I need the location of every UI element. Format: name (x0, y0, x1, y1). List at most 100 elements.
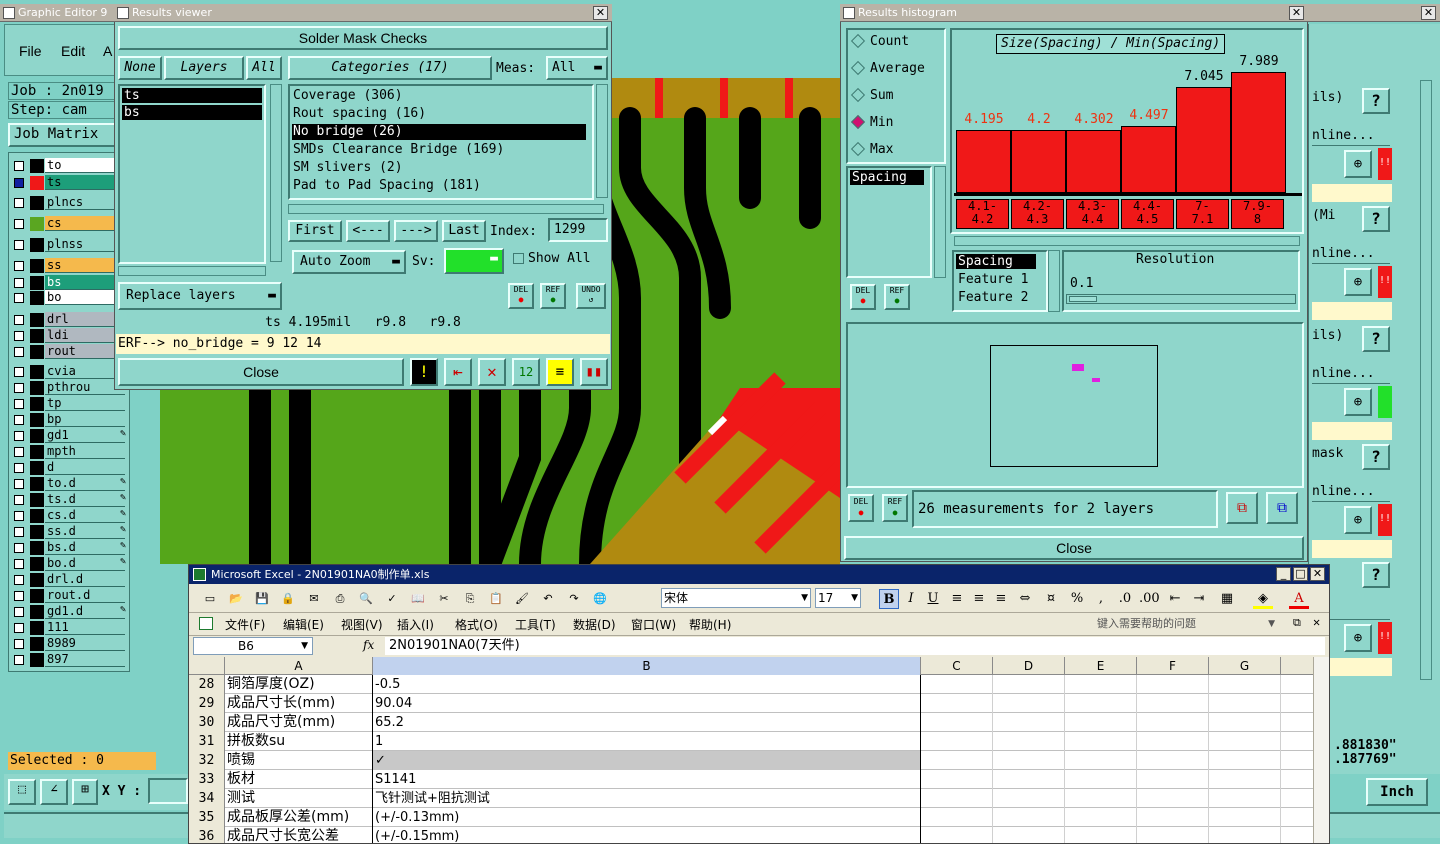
empty-cell[interactable] (1209, 732, 1281, 751)
unit-button[interactable]: Inch (1366, 778, 1428, 806)
empty-cell[interactable] (993, 713, 1065, 732)
empty-cell[interactable] (1065, 675, 1137, 694)
category-item[interactable]: Pad to Pad Spacing (181) (292, 178, 586, 194)
save-icon[interactable]: 💾 (253, 590, 271, 608)
alert-icon[interactable]: !! (1378, 504, 1392, 536)
empty-cell[interactable] (1137, 751, 1209, 770)
layer-checkbox[interactable] (14, 293, 24, 303)
empty-cell[interactable] (1065, 770, 1137, 789)
excel-menu-item[interactable]: 工具(T) (515, 616, 556, 633)
column-header[interactable]: C (921, 657, 993, 675)
last-button[interactable]: Last (442, 220, 486, 242)
layer-color-swatch[interactable] (30, 276, 44, 290)
function-icon[interactable]: fx (363, 638, 374, 652)
layer-checkbox[interactable] (14, 415, 24, 425)
column-header[interactable]: A (225, 657, 373, 675)
row-number[interactable]: 35 (189, 808, 225, 827)
font-size-select[interactable]: 17 ▼ (815, 588, 861, 608)
help-icon[interactable]: ? (1362, 562, 1390, 588)
layer-row-to-d[interactable]: to.d ✎ (10, 476, 128, 492)
row-number[interactable]: 31 (189, 732, 225, 751)
layer-row-8989[interactable]: 8989 (10, 636, 128, 652)
cell-b[interactable]: ✓ (373, 751, 921, 770)
all-button[interactable]: All (246, 56, 282, 80)
cell-a[interactable]: 板材 (225, 770, 373, 789)
layer-color-swatch[interactable] (30, 653, 44, 667)
del-icon[interactable]: DEL ● (850, 284, 876, 310)
alert-icon[interactable]: !! (1378, 266, 1392, 298)
help-icon[interactable]: ? (1362, 206, 1390, 232)
cell-a[interactable]: 铜箔厚度(OZ) (225, 675, 373, 694)
histogram-bar[interactable] (1231, 72, 1286, 193)
category-item[interactable]: No bridge (26) (292, 124, 586, 140)
research-icon[interactable]: 📖 (409, 590, 427, 608)
layer-checkbox[interactable] (14, 331, 24, 341)
zoom-fit-icon[interactable]: ⬚ (8, 779, 36, 805)
layer-color-swatch[interactable] (30, 397, 44, 411)
histogram-icon[interactable]: ▮▮ (580, 358, 608, 386)
empty-cell[interactable] (921, 694, 993, 713)
layer-checkbox[interactable] (14, 178, 24, 188)
side-link[interactable]: nline... (1312, 244, 1390, 264)
excel-menu-item[interactable]: 数据(D) (573, 616, 616, 633)
layer-checkbox[interactable] (14, 543, 24, 553)
excel-menu-item[interactable]: 帮助(H) (689, 616, 731, 633)
empty-cell[interactable] (1137, 827, 1209, 843)
empty-cell[interactable] (921, 808, 993, 827)
grid-icon[interactable]: ⊞ (72, 779, 98, 805)
cell-b[interactable]: 65.2 (373, 713, 921, 732)
feature-item-2[interactable]: Feature 2 (956, 290, 1040, 305)
histogram-bar[interactable] (1011, 130, 1066, 193)
empty-cell[interactable] (1137, 789, 1209, 808)
feature-item-1[interactable]: Feature 1 (956, 272, 1040, 287)
close-icon[interactable]: ✕ (1313, 615, 1320, 629)
cell-b[interactable]: (+/-0.15mm) (373, 827, 921, 843)
help-search-input[interactable]: 键入需要帮助的问题 ▼ (1097, 615, 1277, 633)
side-link[interactable]: nline... (1312, 482, 1390, 502)
empty-cell[interactable] (1209, 713, 1281, 732)
bold-icon[interactable]: B (879, 589, 899, 609)
alert-icon[interactable]: !! (1378, 622, 1392, 654)
empty-cell[interactable] (993, 808, 1065, 827)
layer-row-drl[interactable]: drl (10, 312, 128, 328)
measure-icon[interactable]: ∠ (40, 779, 68, 805)
excel-menu-item[interactable]: 文件(F) (225, 616, 265, 633)
empty-cell[interactable] (1065, 827, 1137, 843)
redo-icon[interactable]: ↷ (565, 590, 583, 608)
cell-a[interactable]: 成品尺寸长宽公差 (225, 827, 373, 843)
empty-cell[interactable] (1209, 770, 1281, 789)
empty-cell[interactable] (1065, 713, 1137, 732)
align-left-icon[interactable]: ≡ (947, 589, 967, 609)
layer-color-swatch[interactable] (30, 525, 44, 539)
menu-edit[interactable]: Edit (61, 43, 85, 59)
sheet-grid[interactable]: 28 铜箔厚度(OZ) -0.5 29 成品尺寸长(mm) 90.04 30 成品尺寸宽(mm… (189, 675, 1313, 843)
layer-color-swatch[interactable] (30, 291, 44, 305)
empty-cell[interactable] (1065, 789, 1137, 808)
excel-titlebar[interactable]: Microsoft Excel - 2N01901NA0制作单.xls _ □ … (189, 565, 1329, 584)
layer-row-897[interactable]: 897 (10, 652, 128, 668)
cell-b[interactable]: 飞针测试+阻抗测试 (373, 789, 921, 808)
del-icon[interactable]: DEL ● (508, 283, 534, 309)
histogram-bar[interactable] (1066, 130, 1121, 193)
close-icon[interactable]: ✕ (1310, 567, 1325, 581)
layer-checkbox[interactable] (14, 315, 24, 325)
empty-cell[interactable] (921, 751, 993, 770)
layer-color-swatch[interactable] (30, 557, 44, 571)
sort-icon[interactable]: 12 (512, 358, 540, 386)
layer-color-swatch[interactable] (30, 238, 44, 252)
graphic-editor-titlebar[interactable]: Graphic Editor 9 (0, 4, 120, 22)
help-icon[interactable]: ? (1362, 326, 1390, 352)
layer-checkbox[interactable] (14, 198, 24, 208)
excel-menu-item[interactable]: 视图(V) (341, 616, 383, 633)
help-icon[interactable]: ? (1362, 444, 1390, 470)
layer-row-bo[interactable]: bo (10, 290, 128, 306)
column-header[interactable]: E (1065, 657, 1137, 675)
email-icon[interactable]: ✉ (305, 590, 323, 608)
empty-cell[interactable] (1137, 808, 1209, 827)
layer-row-bs[interactable]: bs (10, 275, 128, 291)
alert-icon[interactable] (1378, 386, 1392, 418)
show-all-checkbox[interactable] (513, 253, 524, 264)
row-number[interactable]: 30 (189, 713, 225, 732)
layer-row-drl-d[interactable]: drl.d (10, 572, 128, 588)
layer-item-bs[interactable]: bs (122, 105, 262, 120)
